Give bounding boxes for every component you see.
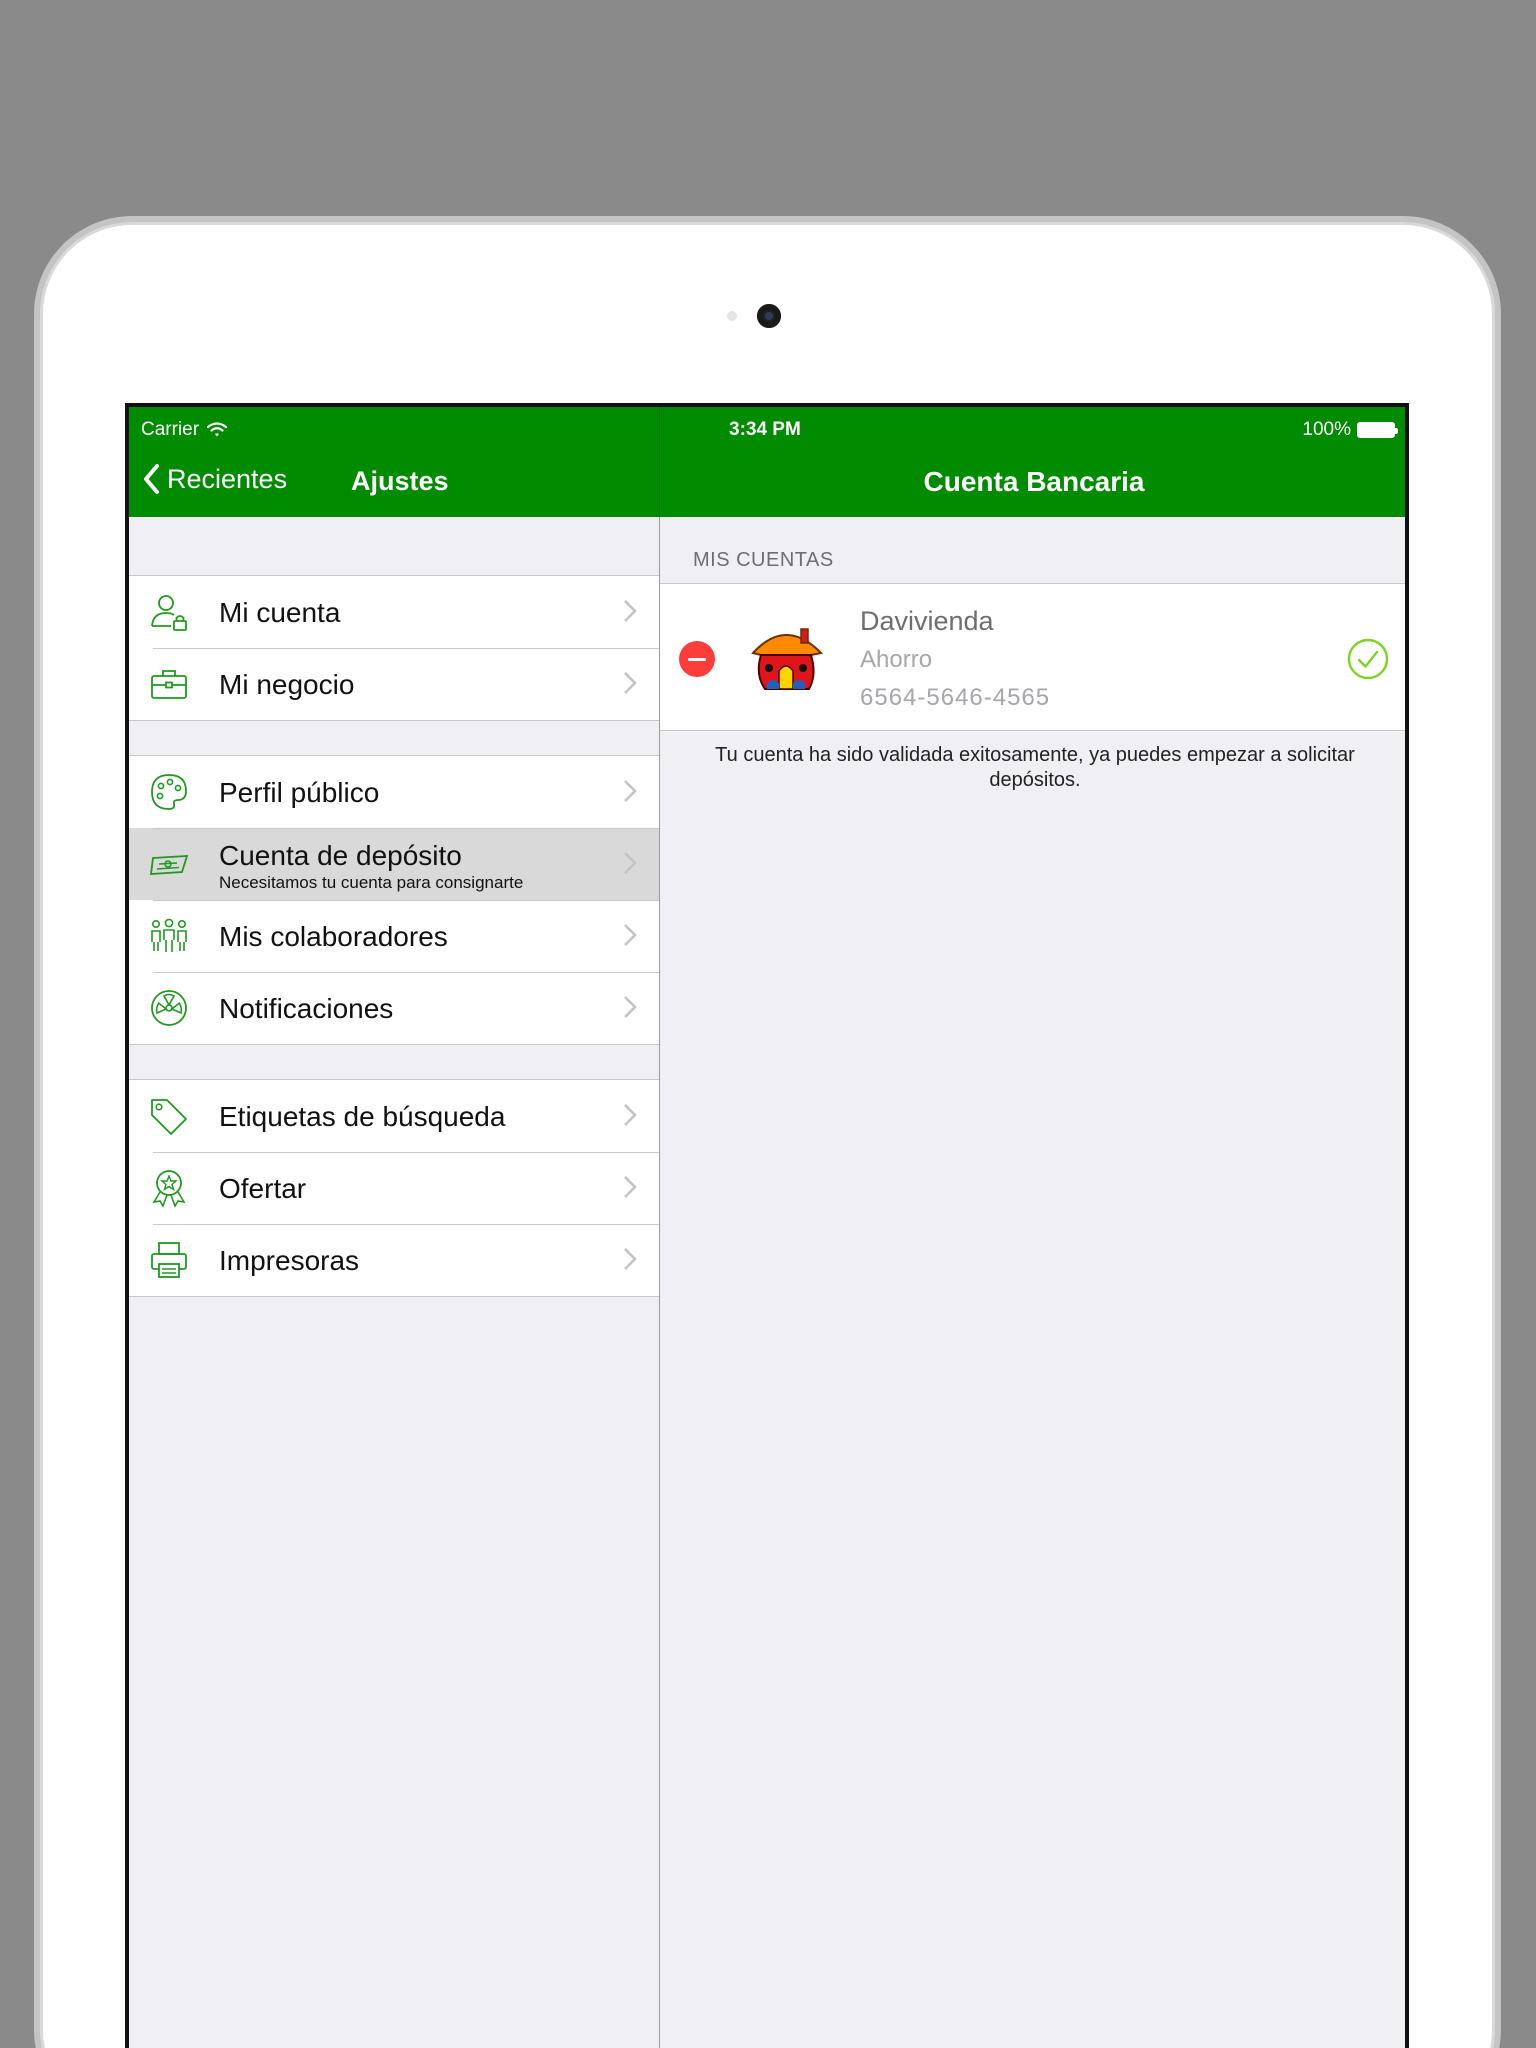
printer-icon xyxy=(151,1242,187,1278)
chevron-right-icon xyxy=(624,996,637,1018)
status-bar-right: 100% xyxy=(1302,419,1398,441)
tag-icon xyxy=(151,1099,187,1135)
back-button-label: Recientes xyxy=(167,463,288,494)
chevron-left-icon xyxy=(144,464,159,494)
chevron-right-icon xyxy=(624,1248,637,1270)
settings-item-label: Cuenta de depósito xyxy=(219,840,462,871)
bank-account-row[interactable]: Davivienda Ahorro 6564-5646-4565 xyxy=(660,583,1405,731)
account-type: Ahorro xyxy=(860,646,933,673)
bank-account-detail-pane: MIS CUENTAS Davivienda Ahorro 6564-5646-… xyxy=(660,517,1405,2048)
master-title: Ajustes xyxy=(351,466,449,496)
status-time: 3:34 PM xyxy=(729,419,801,440)
battery-icon xyxy=(1357,422,1398,438)
briefcase-icon xyxy=(151,670,187,699)
chevron-right-icon xyxy=(624,1176,637,1198)
settings-item-label: Ofertar xyxy=(219,1173,307,1204)
chevron-right-icon xyxy=(624,672,637,694)
validation-message: Tu cuenta ha sido validada exitosamente,… xyxy=(715,744,1355,791)
settings-item-label: Mi negocio xyxy=(219,669,355,700)
settings-item-notificaciones[interactable]: Notificaciones xyxy=(129,972,659,1044)
settings-item-subtitle: Necesitamos tu cuenta para consignarte xyxy=(219,873,524,892)
settings-item-impresoras[interactable]: Impresoras xyxy=(129,1224,659,1296)
settings-group-profile: Perfil público Cuenta de depósito Necesi… xyxy=(129,755,659,1045)
settings-item-etiquetas[interactable]: Etiquetas de búsqueda xyxy=(129,1080,659,1152)
settings-group-account: Mi cuenta Mi negocio xyxy=(129,575,659,721)
user-lock-icon xyxy=(151,595,187,631)
chevron-right-icon xyxy=(624,780,637,802)
account-number: 6564-5646-4565 xyxy=(860,684,1051,711)
back-button[interactable]: Recientes xyxy=(141,462,287,496)
davivienda-house-logo xyxy=(751,628,823,690)
battery-percent: 100% xyxy=(1302,419,1351,440)
detail-title: Cuenta Bancaria xyxy=(923,466,1145,497)
settings-group-extras: Etiquetas de búsqueda Ofertar Impresoras xyxy=(129,1079,659,1297)
settings-item-perfil-publico[interactable]: Perfil público xyxy=(129,756,659,828)
palette-icon xyxy=(151,774,187,810)
settings-master-pane: Mi cuenta Mi negocio Perfil público Cuen… xyxy=(129,517,659,2048)
settings-item-mi-cuenta[interactable]: Mi cuenta xyxy=(129,576,659,648)
settings-item-label: Notificaciones xyxy=(219,993,394,1024)
check-circle-icon xyxy=(1347,638,1389,680)
section-header: MIS CUENTAS xyxy=(693,549,834,571)
radiation-icon xyxy=(151,990,187,1026)
bank-name: Davivienda xyxy=(860,606,994,636)
chevron-right-icon xyxy=(624,1104,637,1126)
settings-item-label: Impresoras xyxy=(219,1245,360,1276)
chevron-right-icon xyxy=(624,600,637,622)
navigation-bar: Carrier 3:34 PM 100% Recientes Ajustes C… xyxy=(129,407,1405,517)
status-bar-left: Carrier xyxy=(141,419,228,441)
wifi-icon xyxy=(207,422,228,437)
settings-item-label: Mis colaboradores xyxy=(219,921,448,952)
settings-item-cuenta-deposito[interactable]: Cuenta de depósito Necesitamos tu cuenta… xyxy=(129,828,659,900)
front-camera xyxy=(757,304,781,328)
award-star-icon xyxy=(152,1170,186,1208)
settings-item-label: Perfil público xyxy=(219,777,380,808)
nav-split-divider xyxy=(659,407,660,517)
people-icon xyxy=(151,918,187,952)
light-sensor xyxy=(727,311,737,321)
carrier-label: Carrier xyxy=(141,419,200,440)
settings-item-ofertar[interactable]: Ofertar xyxy=(129,1152,659,1224)
app-screen: Carrier 3:34 PM 100% Recientes Ajustes C… xyxy=(125,403,1409,2048)
settings-item-mi-negocio[interactable]: Mi negocio xyxy=(129,648,659,720)
settings-item-label: Mi cuenta xyxy=(219,597,341,628)
chevron-right-icon xyxy=(624,924,637,946)
settings-item-colaboradores[interactable]: Mis colaboradores xyxy=(129,900,659,972)
money-transfer-icon xyxy=(149,855,189,875)
delete-account-button[interactable] xyxy=(679,641,715,677)
chevron-right-icon xyxy=(624,852,637,874)
settings-item-label: Etiquetas de búsqueda xyxy=(219,1101,506,1132)
